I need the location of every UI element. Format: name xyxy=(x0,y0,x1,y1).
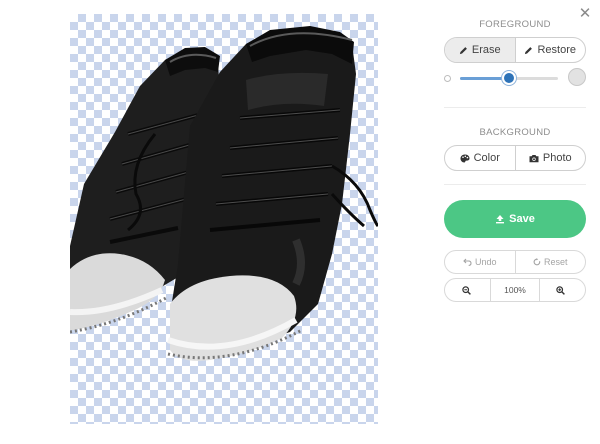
save-button[interactable]: Save xyxy=(444,200,586,238)
restore-label: Restore xyxy=(537,44,577,56)
zoom-in-icon xyxy=(556,285,566,295)
upload-icon xyxy=(495,214,505,224)
color-label: Color xyxy=(473,152,500,164)
divider xyxy=(444,107,586,108)
camera-icon xyxy=(529,154,539,163)
photo-button[interactable]: Photo xyxy=(514,146,586,170)
brush-size-slider-row xyxy=(444,68,586,88)
reset-label: Reset xyxy=(543,257,568,267)
shoes-image xyxy=(70,26,378,361)
undo-label: Undo xyxy=(474,257,497,267)
zoom-controls: 100% xyxy=(444,278,586,302)
background-label: BACKGROUND xyxy=(479,127,551,138)
zoom-out-icon xyxy=(461,285,471,295)
photo-label: Photo xyxy=(542,152,572,164)
save-label: Save xyxy=(509,213,535,225)
undo-icon xyxy=(463,258,472,266)
history-controls: Undo Reset xyxy=(444,250,586,274)
undo-button[interactable]: Undo xyxy=(445,251,515,273)
palette-icon xyxy=(460,154,470,163)
erase-button[interactable]: Erase xyxy=(445,38,515,62)
color-button[interactable]: Color xyxy=(445,146,515,170)
divider xyxy=(444,184,586,185)
foreground-label: FOREGROUND xyxy=(479,19,551,30)
foreground-mode-toggle: Erase Restore xyxy=(444,37,586,63)
erase-label: Erase xyxy=(471,44,501,56)
brush-size-slider[interactable] xyxy=(460,71,558,85)
reset-button[interactable]: Reset xyxy=(514,251,586,273)
large-brush-icon xyxy=(568,68,586,86)
image-canvas[interactable] xyxy=(70,14,378,424)
pencil-icon xyxy=(524,46,533,55)
zoom-out-button[interactable] xyxy=(445,279,490,301)
small-brush-icon xyxy=(444,75,451,82)
pencil-icon xyxy=(459,46,468,55)
background-mode-toggle: Color Photo xyxy=(444,145,586,171)
slider-thumb[interactable] xyxy=(502,71,516,85)
zoom-in-button[interactable] xyxy=(538,279,585,301)
zoom-level: 100% xyxy=(490,279,539,301)
restore-button[interactable]: Restore xyxy=(514,38,586,62)
reset-icon xyxy=(533,258,541,266)
